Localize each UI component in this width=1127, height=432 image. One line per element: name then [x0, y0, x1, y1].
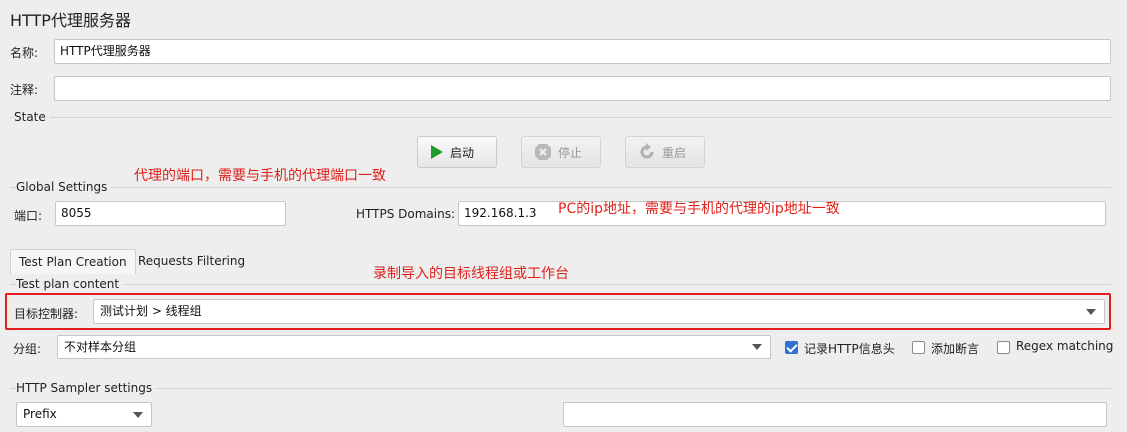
comment-label: 注释:: [10, 83, 39, 97]
grouping-value: 不对样本分组: [64, 340, 137, 354]
target-controller-select[interactable]: 测试计划 > 线程组: [93, 299, 1105, 324]
page-title: HTTP代理服务器: [10, 11, 131, 30]
add-assertion-checkbox[interactable]: [912, 341, 925, 354]
state-divider: [10, 117, 1111, 118]
https-domains-label: HTTPS Domains:: [356, 207, 455, 221]
regex-matching-checkbox[interactable]: [997, 341, 1010, 354]
global-settings-section-label: Global Settings: [16, 180, 112, 194]
sampler-settings-divider: [10, 388, 1111, 389]
tab-requests-filtering[interactable]: Requests Filtering: [130, 249, 253, 273]
global-settings-divider: [10, 187, 1111, 188]
play-icon: [431, 145, 443, 159]
test-plan-content-divider: [10, 284, 1111, 285]
sampler-settings-section-label: HTTP Sampler settings: [16, 381, 157, 395]
restart-icon: [640, 143, 654, 159]
state-section-label: State: [14, 110, 50, 124]
restart-button[interactable]: 重启: [625, 136, 705, 168]
add-assertion-label: 添加断言: [931, 342, 980, 356]
prefix-value: Prefix: [23, 407, 57, 421]
start-button-label: 启动: [450, 145, 475, 160]
chevron-down-icon: [752, 344, 762, 350]
comment-input[interactable]: [54, 76, 1111, 101]
test-plan-content-section-label: Test plan content: [16, 277, 124, 291]
stop-icon: [535, 144, 551, 160]
regex-matching-label: Regex matching: [1016, 339, 1114, 353]
start-button[interactable]: 启动: [417, 136, 497, 168]
restart-button-label: 重启: [662, 145, 687, 160]
stop-button[interactable]: 停止: [521, 136, 601, 168]
tab-test-plan-creation[interactable]: Test Plan Creation: [10, 249, 136, 274]
prefix-select[interactable]: Prefix: [16, 402, 152, 427]
name-input[interactable]: HTTP代理服务器: [54, 39, 1111, 64]
sampler-name-input[interactable]: [563, 402, 1107, 427]
grouping-label: 分组:: [13, 342, 42, 356]
target-controller-value: 测试计划 > 线程组: [100, 304, 202, 318]
grouping-select[interactable]: 不对样本分组: [57, 335, 771, 359]
chevron-down-icon: [1086, 309, 1096, 315]
target-annotation: 录制导入的目标线程组或工作台: [373, 266, 569, 282]
stop-button-label: 停止: [558, 145, 583, 160]
ip-annotation: PC的ip地址，需要与手机的代理的ip地址一致: [558, 201, 840, 217]
target-controller-label: 目标控制器:: [14, 307, 79, 321]
record-headers-label: 记录HTTP信息头: [804, 342, 895, 356]
port-input[interactable]: 8055: [55, 201, 286, 226]
name-label: 名称:: [10, 46, 39, 60]
port-annotation: 代理的端口，需要与手机的代理端口一致: [134, 168, 386, 184]
record-headers-checkbox[interactable]: [785, 341, 798, 354]
chevron-down-icon: [133, 412, 143, 418]
port-label: 端口:: [14, 209, 43, 223]
